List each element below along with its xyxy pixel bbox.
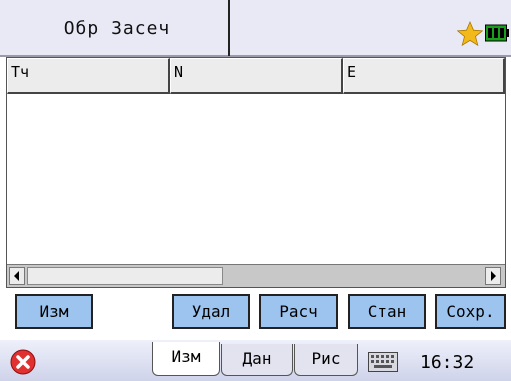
column-header-e[interactable]: E xyxy=(343,58,505,94)
column-header-point[interactable]: Тч xyxy=(7,58,170,94)
clock: 16:32 xyxy=(420,352,475,373)
delete-button[interactable]: Удал xyxy=(172,294,250,329)
tab-drawing[interactable]: Рис xyxy=(294,344,358,376)
scroll-thumb[interactable] xyxy=(27,267,223,285)
screen-title: Обр Засеч xyxy=(63,18,171,39)
measure-button[interactable]: Изм xyxy=(15,294,93,329)
keyboard-icon[interactable] xyxy=(368,352,398,372)
station-button[interactable]: Стан xyxy=(348,294,426,329)
tab-data[interactable]: Дан xyxy=(221,344,293,376)
bottom-bar: Изм Дан Рис 16:32 xyxy=(0,340,511,381)
close-icon[interactable] xyxy=(10,349,36,375)
horizontal-scrollbar[interactable] xyxy=(7,264,505,287)
scroll-right-button[interactable] xyxy=(485,267,501,285)
title-bar: Обр Засеч xyxy=(0,0,511,57)
calc-button[interactable]: Расч xyxy=(259,294,338,329)
column-header-n[interactable]: N xyxy=(170,58,343,94)
scroll-left-button[interactable] xyxy=(9,267,25,285)
grid-header: Тч N E xyxy=(7,58,505,94)
title-divider xyxy=(228,0,230,56)
star-icon[interactable] xyxy=(457,21,483,47)
points-grid[interactable]: Тч N E xyxy=(6,57,506,288)
battery-icon xyxy=(485,24,509,42)
save-button[interactable]: Сохр. xyxy=(435,294,506,329)
right-arrow-icon xyxy=(491,271,496,281)
left-arrow-icon xyxy=(14,271,19,281)
tab-measure[interactable]: Изм xyxy=(152,342,220,376)
